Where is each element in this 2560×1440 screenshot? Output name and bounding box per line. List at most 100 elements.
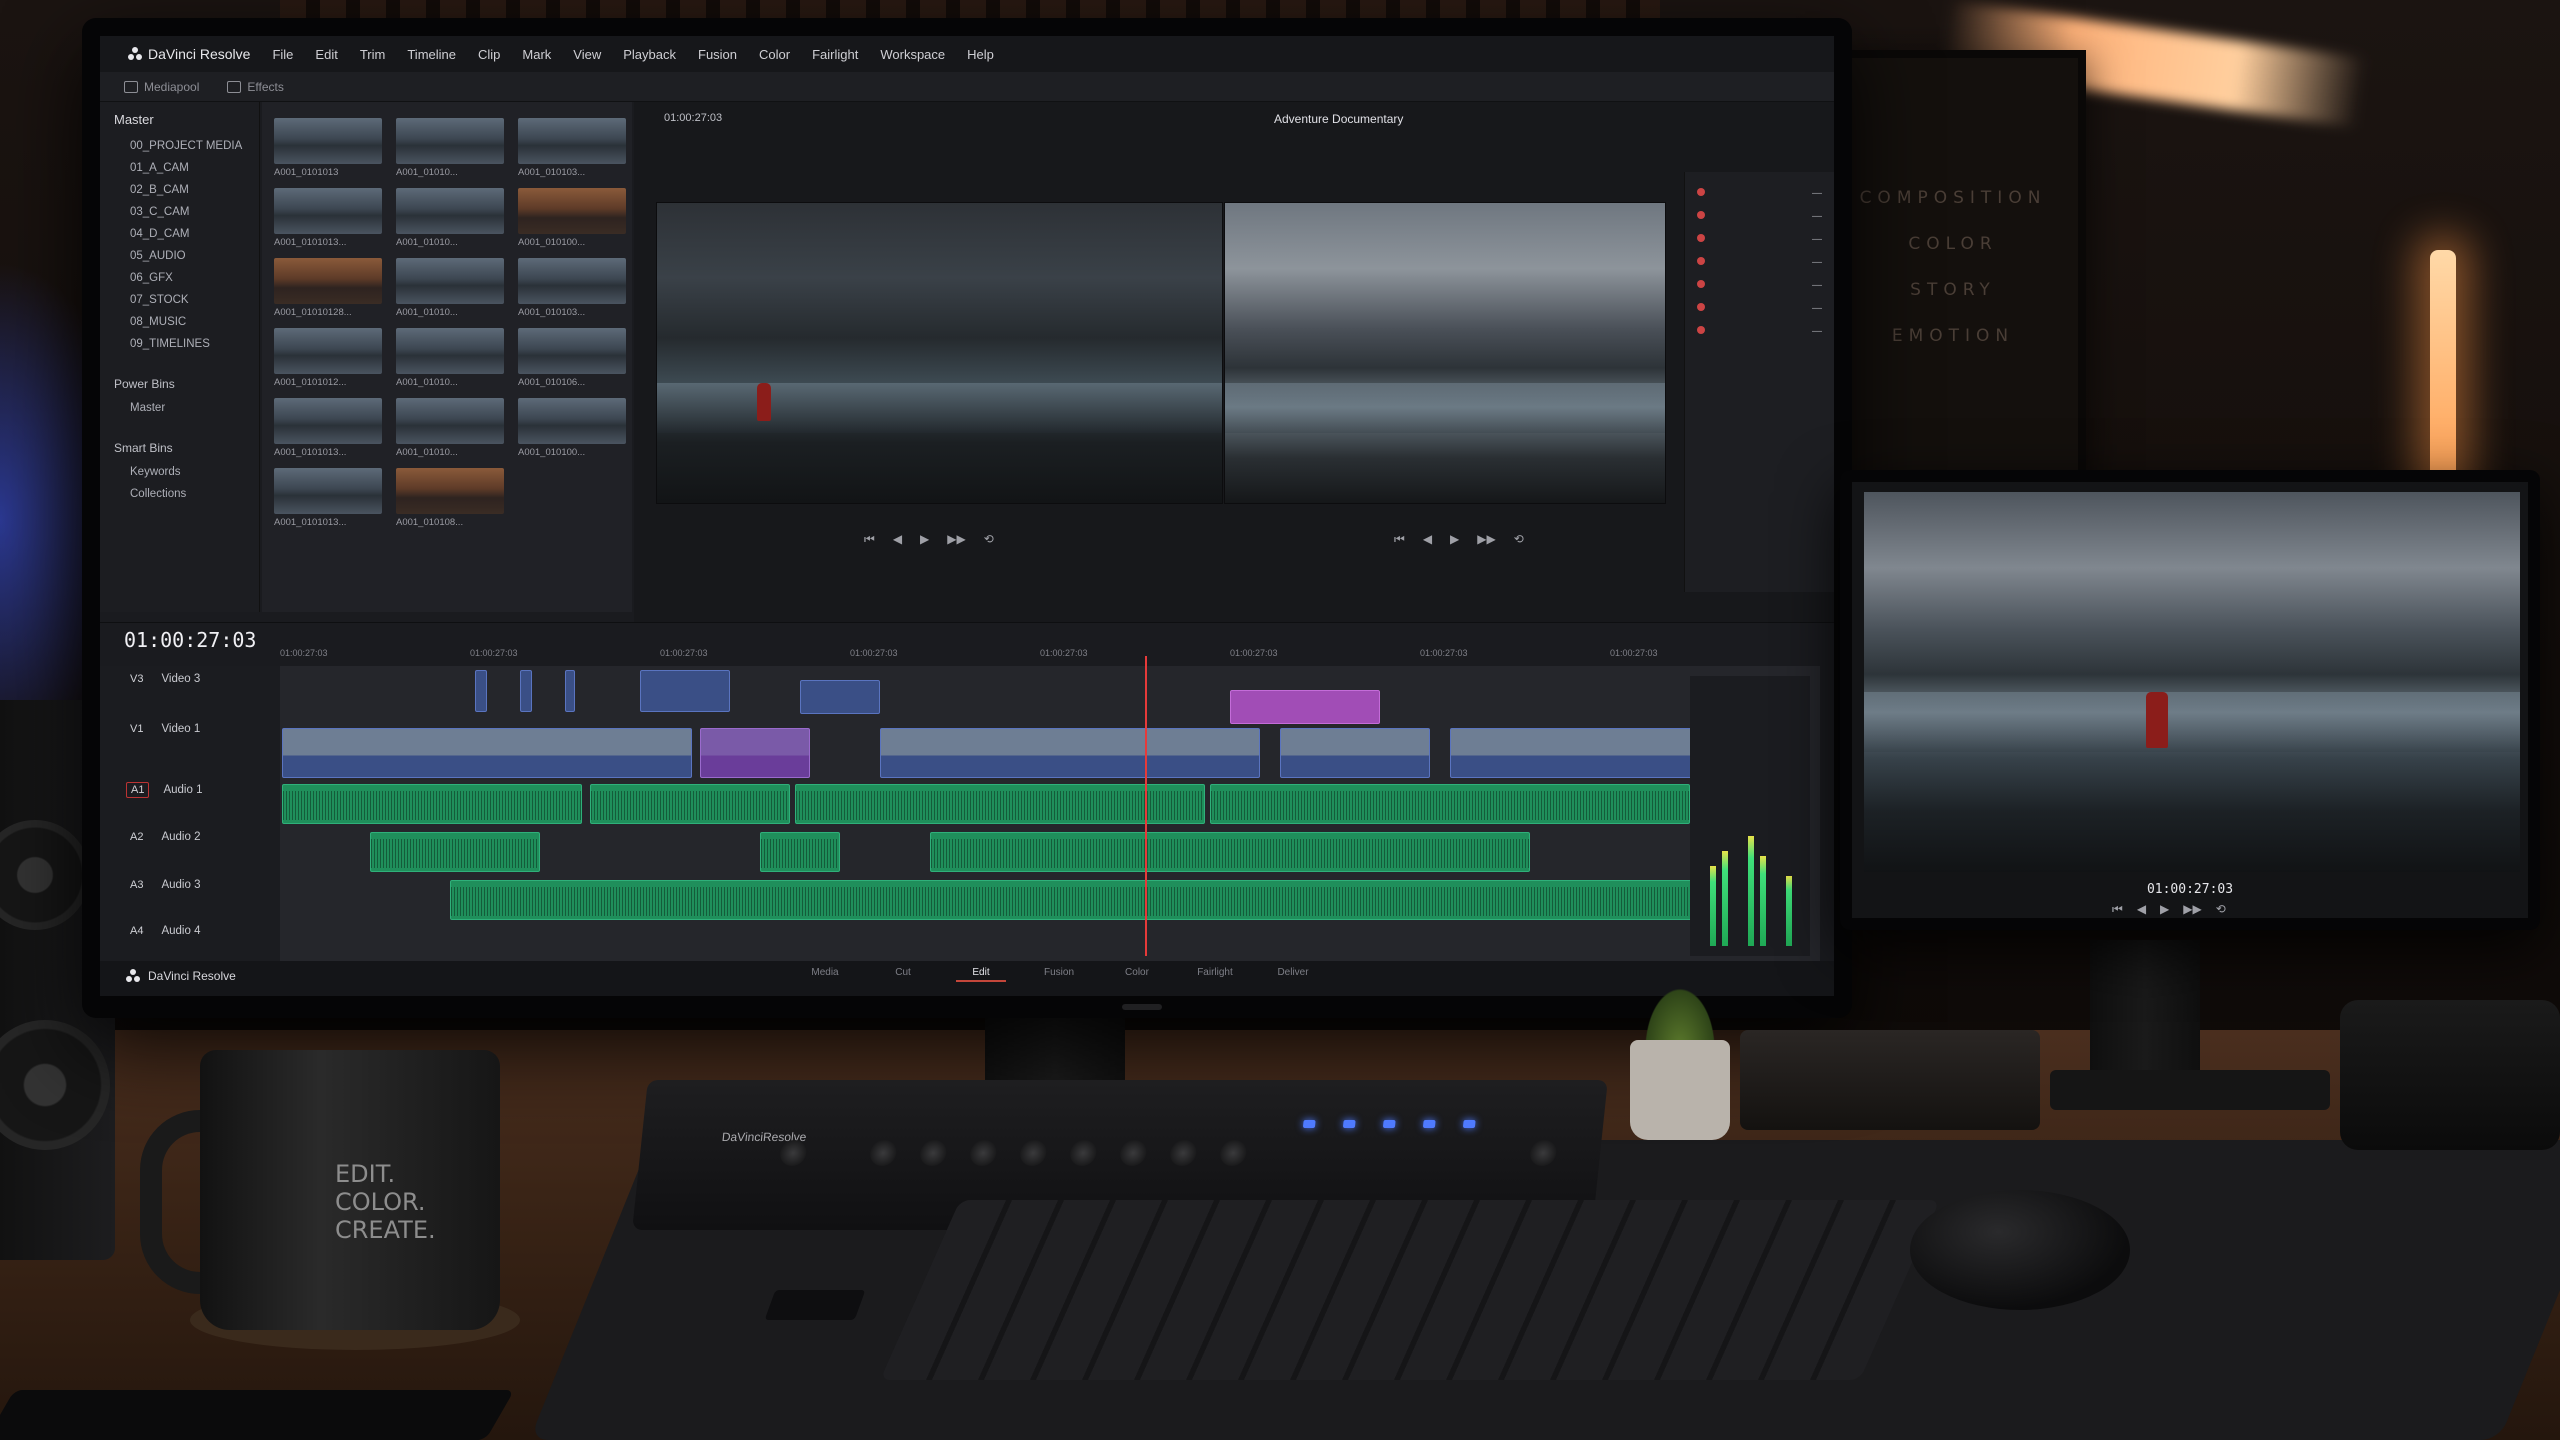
timeline-tracks[interactable] [280, 666, 1820, 966]
clip-thumbnail[interactable]: A001_01010128... [274, 258, 382, 328]
video-clip[interactable] [800, 680, 880, 714]
track-header-a4[interactable]: A4 Audio 4 [100, 924, 280, 938]
panel-knob[interactable] [1018, 1140, 1048, 1166]
panel-knob[interactable] [968, 1140, 998, 1166]
bin-root[interactable]: Master [114, 112, 259, 127]
clip-thumbnail[interactable]: A001_010103... [518, 118, 626, 188]
clip-thumbnail[interactable]: A001_0101013 [274, 118, 382, 188]
step-back-icon[interactable]: ◀ [1423, 532, 1432, 547]
bin-item[interactable]: 01_A_CAM [114, 157, 259, 179]
audio-clip[interactable] [370, 832, 540, 872]
page-tab-cut[interactable]: Cut [878, 967, 928, 978]
clip-thumbnail[interactable]: A001_01010... [396, 398, 504, 468]
power-bin-item[interactable]: Master [114, 397, 259, 419]
rewind-icon[interactable]: ⏮ [1394, 532, 1405, 547]
inspector-row[interactable]: — [1697, 251, 1822, 274]
menu-help[interactable]: Help [967, 47, 994, 62]
program-viewer[interactable] [1224, 202, 1666, 504]
panel-knob[interactable] [868, 1140, 898, 1166]
clip-thumbnail[interactable]: A001_01010... [396, 258, 504, 328]
playhead[interactable] [1145, 656, 1147, 956]
smart-bin-item[interactable]: Keywords [114, 461, 259, 483]
audio-clip[interactable] [590, 784, 790, 824]
media-pool-toggle[interactable]: Mediapool [124, 80, 199, 94]
track-header-v1[interactable]: V1 Video 1 [100, 722, 280, 736]
video-clip[interactable] [475, 670, 487, 712]
panel-knob[interactable] [1118, 1140, 1148, 1166]
step-back-icon[interactable]: ◀ [893, 532, 902, 547]
panel-knob[interactable] [1528, 1140, 1558, 1166]
rewind-icon[interactable]: ⏮ [864, 532, 875, 547]
inspector-row[interactable]: — [1697, 228, 1822, 251]
track-header-a3[interactable]: A3 Audio 3 [100, 878, 280, 892]
step-forward-icon[interactable]: ▶▶ [947, 532, 965, 547]
menu-timeline[interactable]: Timeline [407, 47, 456, 62]
bin-item[interactable]: 06_GFX [114, 267, 259, 289]
loop-icon[interactable]: ⟲ [1514, 532, 1524, 547]
effects-toggle[interactable]: Effects [227, 80, 284, 94]
smart-bin-item[interactable]: Collections [114, 483, 259, 505]
bin-item[interactable]: 09_TIMELINES [114, 333, 259, 355]
inspector-row[interactable]: — [1697, 274, 1822, 297]
clip-thumbnail[interactable]: A001_0101013... [274, 398, 382, 468]
bin-item[interactable]: 00_PROJECT MEDIA [114, 135, 259, 157]
loop-icon[interactable]: ⟲ [2216, 902, 2226, 917]
video-clip[interactable] [1450, 728, 1700, 778]
play-icon[interactable]: ▶ [920, 532, 929, 547]
panel-knob[interactable] [1068, 1140, 1098, 1166]
menu-view[interactable]: View [573, 47, 601, 62]
page-tab-fairlight[interactable]: Fairlight [1190, 967, 1240, 978]
audio-clip[interactable] [930, 832, 1530, 872]
clip-thumbnail[interactable]: A001_010103... [518, 258, 626, 328]
page-tab-color[interactable]: Color [1112, 967, 1162, 978]
menu-playback[interactable]: Playback [623, 47, 676, 62]
bin-item[interactable]: 04_D_CAM [114, 223, 259, 245]
bin-item[interactable]: 02_B_CAM [114, 179, 259, 201]
audio-clip[interactable] [1210, 784, 1690, 824]
clip-thumbnail[interactable]: A001_01010... [396, 328, 504, 398]
page-tab-media[interactable]: Media [800, 967, 850, 978]
clip-thumbnail[interactable]: A001_0101013... [274, 468, 382, 538]
menu-mark[interactable]: Mark [522, 47, 551, 62]
inspector-row[interactable]: — [1697, 320, 1822, 343]
clip-thumbnail[interactable]: A001_010100... [518, 188, 626, 258]
bin-item[interactable]: 08_MUSIC [114, 311, 259, 333]
video-clip[interactable] [520, 670, 532, 712]
play-icon[interactable]: ▶ [1450, 532, 1459, 547]
bin-item[interactable]: 05_AUDIO [114, 245, 259, 267]
video-clip[interactable] [1230, 690, 1380, 724]
track-header-a2[interactable]: A2 Audio 2 [100, 830, 280, 844]
panel-knob[interactable] [1218, 1140, 1248, 1166]
step-forward-icon[interactable]: ▶▶ [2183, 902, 2201, 917]
page-tab-edit[interactable]: Edit [956, 967, 1006, 982]
page-tab-fusion[interactable]: Fusion [1034, 967, 1084, 978]
panel-knob[interactable] [918, 1140, 948, 1166]
loop-icon[interactable]: ⟲ [984, 532, 994, 547]
track-header-v3[interactable]: V3 Video 3 [100, 672, 280, 686]
clip-thumbnail[interactable]: A001_010108... [396, 468, 504, 538]
menu-fairlight[interactable]: Fairlight [812, 47, 858, 62]
audio-clip[interactable] [795, 784, 1205, 824]
clip-thumbnail[interactable]: A001_01010... [396, 118, 504, 188]
inspector-row[interactable]: — [1697, 182, 1822, 205]
inspector-row[interactable]: — [1697, 205, 1822, 228]
clip-thumbnail[interactable]: A001_010100... [518, 398, 626, 468]
clip-thumbnail[interactable]: A001_0101013... [274, 188, 382, 258]
menu-trim[interactable]: Trim [360, 47, 386, 62]
menu-clip[interactable]: Clip [478, 47, 500, 62]
step-back-icon[interactable]: ◀ [2137, 902, 2146, 917]
video-clip[interactable] [700, 728, 810, 778]
source-viewer[interactable] [656, 202, 1223, 504]
inspector-row[interactable]: — [1697, 297, 1822, 320]
video-clip[interactable] [282, 728, 692, 778]
video-clip[interactable] [640, 670, 730, 712]
timeline-ruler[interactable]: 01:00:27:03 01:00:27:03 01:00:27:03 01:00:2… [280, 648, 1740, 662]
clip-thumbnail[interactable]: A001_0101012... [274, 328, 382, 398]
bin-item[interactable]: 07_STOCK [114, 289, 259, 311]
clip-thumbnail[interactable]: A001_01010... [396, 188, 504, 258]
bin-item[interactable]: 03_C_CAM [114, 201, 259, 223]
audio-clip[interactable] [282, 784, 582, 824]
menu-workspace[interactable]: Workspace [880, 47, 945, 62]
fullscreen-preview[interactable] [1864, 492, 2520, 872]
step-forward-icon[interactable]: ▶▶ [1477, 532, 1495, 547]
